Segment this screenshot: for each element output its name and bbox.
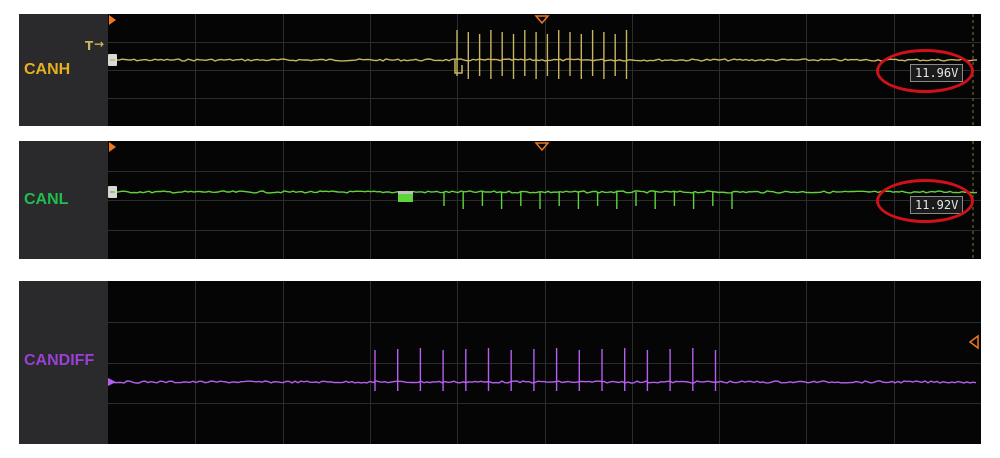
candiff-channel-label[interactable]: CANDIFF <box>24 352 94 370</box>
canl-sof-pulse <box>398 193 413 202</box>
trigger-arrow-label: T <box>85 39 94 53</box>
trigger-level-marker-icon <box>968 334 979 350</box>
canl-channel-label[interactable]: CANL <box>24 191 68 209</box>
canl-waveform-screen[interactable]: 11.92V <box>108 141 981 259</box>
canh-sof-pulse <box>454 60 463 74</box>
candiff-ground-marker-icon <box>108 378 116 386</box>
canh-trace <box>115 58 977 62</box>
candiff-trace <box>111 380 977 384</box>
canl-waveform-plot[interactable] <box>108 141 981 259</box>
canl-sof-marker <box>398 191 413 194</box>
canh-label-column: CANH T → <box>19 14 108 126</box>
graticule-grid <box>108 281 981 444</box>
canh-waveform-screen[interactable]: 11.96V <box>108 14 981 126</box>
trigger-arrow-icon: → <box>94 37 105 51</box>
candiff-waveform-plot[interactable] <box>108 281 981 444</box>
canl-readout-highlight-ring <box>876 179 974 223</box>
candiff-panel: CANDIFF <box>19 281 981 444</box>
canl-panel: CANL 11.92V <box>19 141 981 259</box>
graticule-grid <box>108 141 981 259</box>
trigger-position-marker-icon <box>534 15 550 25</box>
graticule-grid <box>108 14 981 126</box>
canh-channel-label[interactable]: CANH <box>24 61 70 79</box>
candiff-waveform-screen[interactable] <box>108 281 981 444</box>
trigger-position-marker-icon <box>534 142 550 152</box>
canl-trace <box>115 190 978 194</box>
trigger-time-marker-icon <box>109 142 116 152</box>
canh-panel: CANH T → 11.96V <box>19 14 981 126</box>
canh-waveform-plot[interactable] <box>108 14 981 126</box>
candiff-label-column: CANDIFF <box>19 281 108 444</box>
trigger-time-marker-icon <box>109 15 116 25</box>
canl-label-column: CANL <box>19 141 108 259</box>
canh-readout-highlight-ring <box>876 49 974 93</box>
